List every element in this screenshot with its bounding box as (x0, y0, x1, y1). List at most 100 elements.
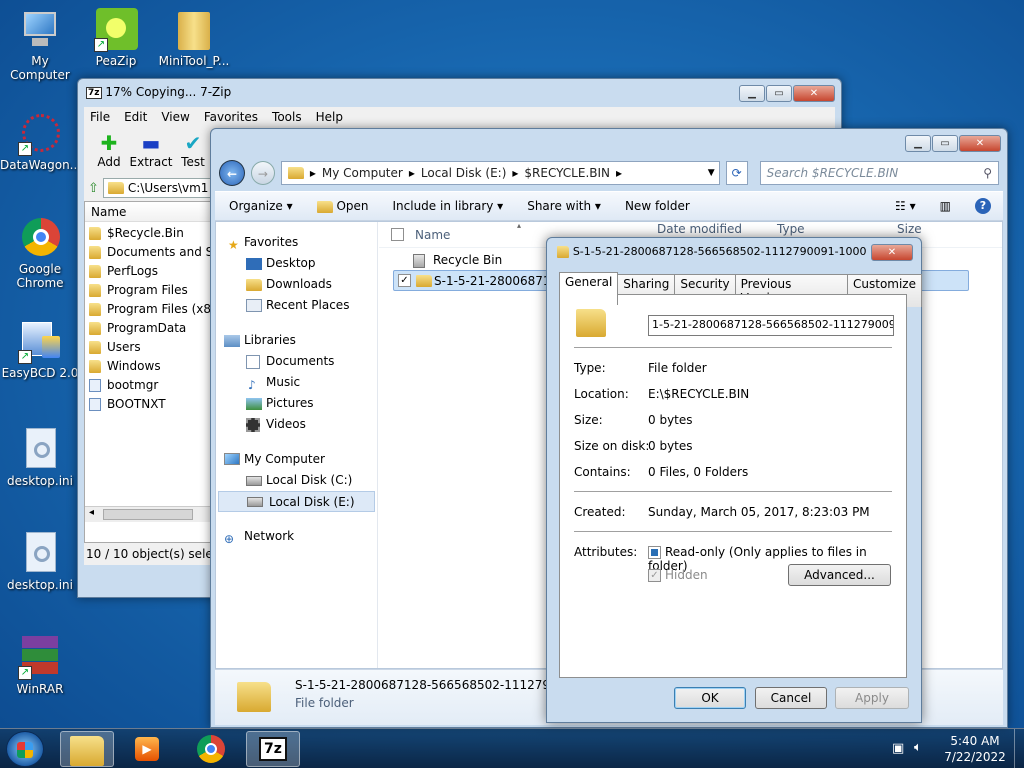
navigation-pane: ★ Favorites Desktop Downloads Recent Plac… (216, 222, 378, 668)
share-with-menu[interactable]: Share with ▾ (527, 199, 601, 213)
maximize-button[interactable]: ▭ (766, 85, 792, 102)
address-dropdown-icon[interactable]: ▼ (708, 168, 715, 178)
folder-icon (89, 341, 101, 354)
taskbar-explorer[interactable] (60, 731, 114, 767)
breadcrumb-recycle-bin[interactable]: $RECYCLE.BIN (524, 166, 610, 180)
refresh-button[interactable]: ⟳ (725, 161, 748, 185)
clock[interactable]: 5:40 AM 7/22/2022 (940, 733, 1010, 765)
preview-pane-icon[interactable]: ▥ (940, 199, 951, 213)
desktop-icon-my-computer[interactable]: My Computer (0, 8, 80, 82)
documents-icon (246, 355, 260, 369)
maximize-button[interactable]: ▭ (932, 135, 958, 152)
help-icon[interactable]: ? (975, 198, 991, 214)
search-icon[interactable]: ⚲ (983, 166, 992, 180)
menu-help[interactable]: Help (316, 110, 343, 124)
minus-icon: ▬ (141, 131, 161, 155)
close-button[interactable]: ✕ (793, 85, 835, 102)
folder-icon (89, 284, 101, 297)
show-desktop-button[interactable] (1014, 729, 1024, 768)
desktop-icon-peazip[interactable]: ↗ PeaZip (76, 8, 156, 68)
scroll-left-icon[interactable]: ◂ (89, 507, 94, 518)
nav-favorites[interactable]: ★ Favorites (216, 232, 377, 253)
minimize-button[interactable]: ▁ (739, 85, 765, 102)
desktop-icon-easybcd[interactable]: ↗ EasyBCD 2.0 (0, 320, 80, 380)
breadcrumb-my-computer[interactable]: My Computer (322, 166, 403, 180)
column-header-date[interactable]: Date modified (657, 222, 742, 236)
test-button[interactable]: ✔ Test (172, 131, 214, 175)
select-all-checkbox[interactable] (391, 228, 404, 241)
library-icon (224, 335, 240, 347)
network-tray-icon[interactable]: ▣ (892, 741, 904, 756)
add-button[interactable]: ✚ Add (88, 131, 130, 175)
column-header-size[interactable]: Size (897, 222, 922, 236)
column-header-name[interactable]: Name (415, 228, 450, 242)
nav-network[interactable]: ⊕ Network (216, 526, 377, 547)
windows-logo-icon (17, 742, 33, 758)
drive-icon (246, 476, 262, 486)
folder-icon (172, 8, 216, 52)
folder-name-input[interactable]: 1-5-21-2800687128-566568502-1112790091-1… (648, 315, 894, 336)
nav-documents[interactable]: Documents (216, 351, 377, 372)
folder-icon (89, 322, 101, 335)
taskbar-7zip[interactable]: 7z (246, 731, 300, 767)
up-folder-icon[interactable]: ⇧ (88, 181, 99, 196)
cancel-button[interactable]: Cancel (755, 687, 827, 709)
view-options-icon[interactable]: ☷ ▾ (895, 199, 916, 213)
nav-music[interactable]: ♪ Music (216, 372, 377, 393)
nav-local-disk-c[interactable]: Local Disk (C:) (216, 470, 377, 491)
ok-button[interactable]: OK (674, 687, 746, 709)
start-button[interactable] (6, 731, 44, 767)
row-checkbox-checked[interactable]: ✓ (398, 274, 411, 287)
breadcrumb-separator-icon: ▸ (616, 166, 623, 180)
column-header-type[interactable]: Type (777, 222, 805, 236)
properties-dialog[interactable]: S-1-5-21-2800687128-566568502-1112790091… (546, 237, 922, 723)
back-button[interactable]: ← (219, 160, 245, 186)
readonly-checkbox-indeterminate[interactable] (648, 546, 661, 559)
extract-button[interactable]: ▬ Extract (130, 131, 173, 175)
dialog-titlebar[interactable]: S-1-5-21-2800687128-566568502-1112790091… (547, 238, 921, 266)
sevenzip-titlebar[interactable]: 7z 17% Copying... 7-Zip ▁ ▭ ✕ (78, 79, 841, 107)
datawagon-icon: ↗ (18, 112, 62, 156)
desktop-icon-desktop-ini-2[interactable]: desktop.ini (0, 532, 80, 592)
nav-desktop[interactable]: Desktop (216, 253, 377, 274)
nav-my-computer[interactable]: My Computer (216, 449, 377, 470)
search-box[interactable]: Search $RECYCLE.BIN ⚲ (759, 161, 999, 185)
address-bar[interactable]: ▸ My Computer ▸ Local Disk (E:) ▸ $RECYC… (280, 161, 720, 185)
menu-file[interactable]: File (90, 110, 110, 124)
menu-tools[interactable]: Tools (272, 110, 302, 124)
desktop-icon-winrar[interactable]: ↗ WinRAR (0, 636, 80, 696)
nav-recent-places[interactable]: Recent Places (216, 295, 377, 316)
easybcd-icon: ↗ (18, 320, 62, 364)
desktop-icon-minitool[interactable]: MiniTool_P... (154, 8, 234, 68)
nav-libraries[interactable]: Libraries (216, 330, 377, 351)
close-button[interactable]: ✕ (871, 244, 913, 261)
menu-favorites[interactable]: Favorites (204, 110, 258, 124)
taskbar-media-player[interactable]: ▶ (120, 731, 174, 767)
hidden-checkbox-checked[interactable]: ✓ (648, 569, 661, 582)
close-button[interactable]: ✕ (959, 135, 1001, 152)
taskbar-chrome[interactable] (184, 731, 238, 767)
minimize-button[interactable]: ▁ (905, 135, 931, 152)
hidden-checkbox[interactable]: ✓ Hidden (648, 568, 708, 582)
volume-tray-icon[interactable]: 🔈︎ (914, 740, 922, 755)
nav-videos[interactable]: Videos (216, 414, 377, 435)
forward-button[interactable]: → (250, 161, 275, 185)
organize-menu[interactable]: Organize ▾ (229, 199, 293, 213)
new-folder-button[interactable]: New folder (625, 199, 690, 213)
advanced-button[interactable]: Advanced... (788, 564, 891, 586)
tab-general[interactable]: General (559, 272, 619, 305)
folder-icon (89, 246, 101, 259)
desktop-icon-chrome[interactable]: Google Chrome (0, 216, 80, 290)
nav-downloads[interactable]: Downloads (216, 274, 377, 295)
nav-pictures[interactable]: Pictures (216, 393, 377, 414)
desktop-icon-datawagon[interactable]: ↗ DataWagon... (0, 112, 81, 172)
menu-view[interactable]: View (161, 110, 189, 124)
include-in-library-menu[interactable]: Include in library ▾ (393, 199, 504, 213)
menu-edit[interactable]: Edit (124, 110, 147, 124)
apply-button[interactable]: Apply (835, 687, 909, 709)
folder-icon (576, 309, 606, 337)
breadcrumb-local-disk-e[interactable]: Local Disk (E:) (421, 166, 507, 180)
desktop-icon-desktop-ini-1[interactable]: desktop.ini (0, 428, 80, 488)
open-button[interactable]: Open (316, 199, 369, 213)
nav-local-disk-e[interactable]: Local Disk (E:) (218, 491, 375, 512)
